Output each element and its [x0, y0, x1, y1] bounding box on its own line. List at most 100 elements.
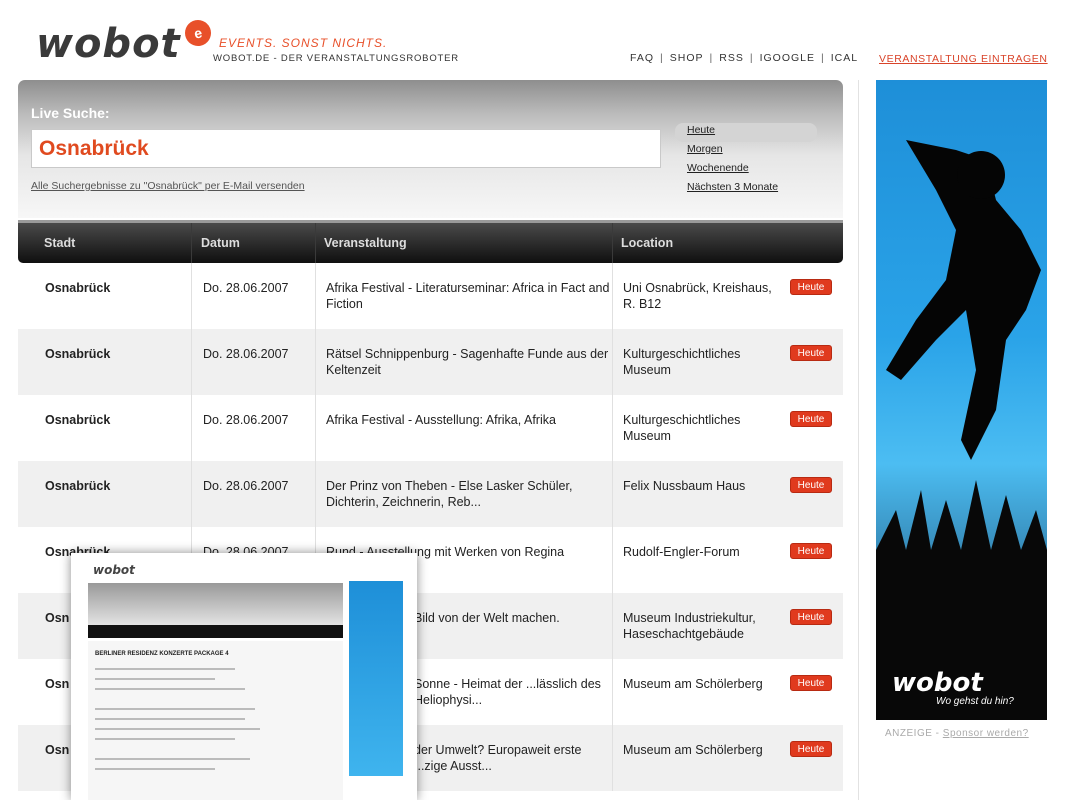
cell-veranstaltung[interactable]: Bild von der Welt machen. — [414, 610, 614, 626]
column-divider — [191, 223, 192, 263]
thumbnail-text-line — [95, 718, 245, 720]
nav-shop[interactable]: SHOP — [670, 52, 704, 64]
search-input[interactable] — [31, 129, 661, 168]
time-filter-today[interactable]: Heute — [675, 123, 817, 142]
logo[interactable]: wobot e — [36, 17, 214, 67]
banner-slogan: Wo gehst du hin? — [936, 696, 1014, 707]
cell-datum: Do. 28.06.2007 — [203, 281, 289, 295]
cell-datum: Do. 28.06.2007 — [203, 413, 289, 427]
time-filter-list: Heute Morgen Wochenende Nächsten 3 Monat… — [675, 123, 817, 199]
become-sponsor-link[interactable]: Sponsor werden? — [943, 728, 1029, 739]
table-row[interactable]: Osnabrück Do. 28.06.2007 Afrika Festival… — [18, 263, 843, 329]
cell-stadt: Osnabrück — [45, 413, 111, 427]
column-divider — [315, 329, 316, 395]
column-divider — [612, 527, 613, 593]
logo-badge-icon: e — [182, 17, 214, 49]
nav-separator: | — [821, 52, 825, 64]
column-divider — [191, 395, 192, 461]
jumping-figure-illustration — [876, 140, 1047, 720]
cell-location: Felix Nussbaum Haus — [623, 479, 746, 493]
table-row[interactable]: Osnabrück Do. 28.06.2007 Der Prinz von T… — [18, 461, 843, 527]
today-badge: Heute — [790, 279, 832, 295]
live-search-panel: Live Suche: Alle Suchergebnisse zu "Osna… — [18, 80, 843, 218]
email-results-link[interactable]: Alle Suchergebnisse zu "Osnabrück" per E… — [31, 180, 305, 192]
column-divider — [612, 223, 613, 263]
nav-separator: | — [749, 52, 754, 64]
thumbnail-title: BERLINER RESIDENZ KONZERTE PACKAGE 4 — [95, 651, 229, 657]
cell-veranstaltung[interactable]: Afrika Festival - Literaturseminar: Afri… — [326, 280, 611, 312]
column-divider — [191, 461, 192, 527]
column-header-location[interactable]: Location — [621, 223, 673, 263]
nav-igoogle[interactable]: IGOOGLE — [760, 52, 815, 64]
cell-stadt: Osnabrück — [45, 347, 111, 361]
ad-label-text: ANZEIGE - — [885, 728, 943, 739]
cell-location: Rudolf-Engler-Forum — [623, 545, 740, 559]
today-badge: Heute — [790, 411, 832, 427]
column-divider — [191, 329, 192, 395]
nav-separator: | — [709, 52, 714, 64]
cell-veranstaltung[interactable]: Sonne - Heimat der ...lässlich des Helio… — [414, 676, 604, 708]
thumbnail-search-panel — [88, 583, 343, 631]
logo-wordmark: wobot — [36, 21, 181, 67]
column-header-stadt[interactable]: Stadt — [44, 223, 75, 263]
cell-stadt: Osn — [45, 611, 70, 625]
cell-location: Kulturgeschichtliches Museum — [623, 413, 741, 443]
today-badge: Heute — [790, 741, 832, 757]
tagline: EVENTS. SONST NICHTS. — [219, 36, 388, 50]
sponsor-banner[interactable]: wobot Wo gehst du hin? — [876, 80, 1047, 720]
table-row[interactable]: Osnabrück Do. 28.06.2007 Afrika Festival… — [18, 395, 843, 461]
cell-stadt: Osnabrück — [45, 479, 111, 493]
thumbnail-text-line — [95, 758, 250, 760]
subline: WOBOT.DE - DER VERANSTALTUNGSROBOTER — [213, 53, 459, 64]
sidebar-divider — [858, 80, 859, 800]
today-badge: Heute — [790, 477, 832, 493]
column-divider — [612, 395, 613, 461]
cell-location: Museum am Schölerberg — [623, 743, 763, 757]
results-table-header: Stadt Datum Veranstaltung Location — [18, 220, 843, 263]
nav-rss[interactable]: RSS — [719, 52, 744, 64]
today-badge: Heute — [790, 543, 832, 559]
time-filter-tomorrow[interactable]: Morgen — [675, 142, 817, 161]
thumbnail-text-line — [95, 668, 235, 670]
time-filter-3-months[interactable]: Nächsten 3 Monate — [675, 180, 817, 199]
cell-veranstaltung[interactable]: Der Prinz von Theben - Else Lasker Schül… — [326, 478, 611, 510]
column-divider — [315, 395, 316, 461]
thumbnail-text-line — [95, 708, 255, 710]
column-header-veranstaltung[interactable]: Veranstaltung — [324, 223, 407, 263]
column-divider — [315, 223, 316, 263]
thumbnail-body — [88, 641, 343, 800]
cell-veranstaltung[interactable]: der Umwelt? Europaweit erste ...zige Aus… — [414, 742, 614, 774]
thumbnail-text-line — [95, 678, 215, 680]
table-row[interactable]: Osnabrück Do. 28.06.2007 Rätsel Schnippe… — [18, 329, 843, 395]
thumbnail-text-line — [95, 688, 245, 690]
banner-logo: wobot — [892, 668, 983, 698]
time-filter-weekend[interactable]: Wochenende — [675, 161, 817, 180]
cell-location: Museum Industriekultur, Haseschachtgebäu… — [623, 611, 756, 641]
column-divider — [612, 461, 613, 527]
cell-location: Museum am Schölerberg — [623, 677, 763, 691]
nav-faq[interactable]: FAQ — [630, 52, 654, 64]
column-divider — [191, 263, 192, 329]
column-header-datum[interactable]: Datum — [201, 223, 240, 263]
cell-stadt: Osn — [45, 743, 70, 757]
cell-datum: Do. 28.06.2007 — [203, 347, 289, 361]
thumbnail-logo: wobot — [93, 563, 135, 577]
cell-stadt: Osn — [45, 677, 70, 691]
column-divider — [315, 461, 316, 527]
submit-event-link[interactable]: VERANSTALTUNG EINTRAGEN — [879, 53, 1048, 65]
today-badge: Heute — [790, 609, 832, 625]
thumbnail-sponsor-banner — [349, 581, 403, 776]
column-divider — [612, 263, 613, 329]
ad-label: ANZEIGE - Sponsor werden? — [885, 728, 1029, 739]
cell-veranstaltung[interactable]: Rätsel Schnippenburg - Sagenhafte Funde … — [326, 346, 611, 378]
nav-separator: | — [660, 52, 664, 64]
column-divider — [612, 659, 613, 725]
nav-ical[interactable]: ICAL — [831, 52, 858, 64]
thumbnail-table-header — [88, 625, 343, 638]
live-search-title: Live Suche: — [31, 105, 110, 121]
top-navigation: FAQ | SHOP | RSS | IGOOGLE | ICAL — [630, 52, 858, 64]
today-badge: Heute — [790, 675, 832, 691]
today-badge: Heute — [790, 345, 832, 361]
cell-veranstaltung[interactable]: Afrika Festival - Ausstellung: Afrika, A… — [326, 412, 611, 428]
column-divider — [315, 263, 316, 329]
